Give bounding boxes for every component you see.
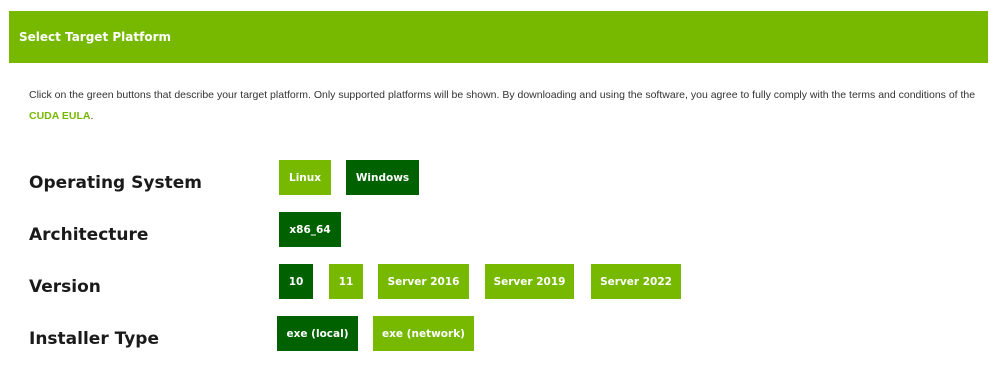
version-label: Version xyxy=(29,277,101,297)
version-option-11[interactable]: 11 xyxy=(329,264,363,299)
operating-system-label: Operating System xyxy=(29,173,202,193)
version-option-server-2022[interactable]: Server 2022 xyxy=(591,264,681,299)
cuda-eula-link[interactable]: CUDA EULA xyxy=(29,110,90,122)
architecture-row: Architecture x86_64 xyxy=(29,212,989,248)
installer-option-exe-local[interactable]: exe (local) xyxy=(277,316,358,351)
os-option-windows[interactable]: Windows xyxy=(346,160,419,195)
operating-system-row: Operating System Linux Windows xyxy=(29,160,989,196)
intro-text: Click on the green buttons that describe… xyxy=(29,85,987,127)
installer-type-label: Installer Type xyxy=(29,329,159,349)
architecture-label: Architecture xyxy=(29,225,149,245)
version-option-10[interactable]: 10 xyxy=(279,264,313,299)
intro-text-after: . xyxy=(90,110,94,122)
version-option-server-2016[interactable]: Server 2016 xyxy=(378,264,469,299)
installer-type-row: Installer Type exe (local) exe (network) xyxy=(29,316,989,352)
section-title: Select Target Platform xyxy=(19,30,171,44)
arch-option-x86-64[interactable]: x86_64 xyxy=(279,212,341,247)
os-option-linux[interactable]: Linux xyxy=(279,160,331,195)
section-header: Select Target Platform xyxy=(9,11,988,63)
version-option-server-2019[interactable]: Server 2019 xyxy=(485,264,574,299)
version-row: Version 10 11 Server 2016 Server 2019 Se… xyxy=(29,264,989,300)
cuda-download-page: Select Target Platform Click on the gree… xyxy=(0,0,997,374)
intro-text-before: Click on the green buttons that describe… xyxy=(29,89,976,101)
installer-option-exe-network[interactable]: exe (network) xyxy=(373,316,474,351)
